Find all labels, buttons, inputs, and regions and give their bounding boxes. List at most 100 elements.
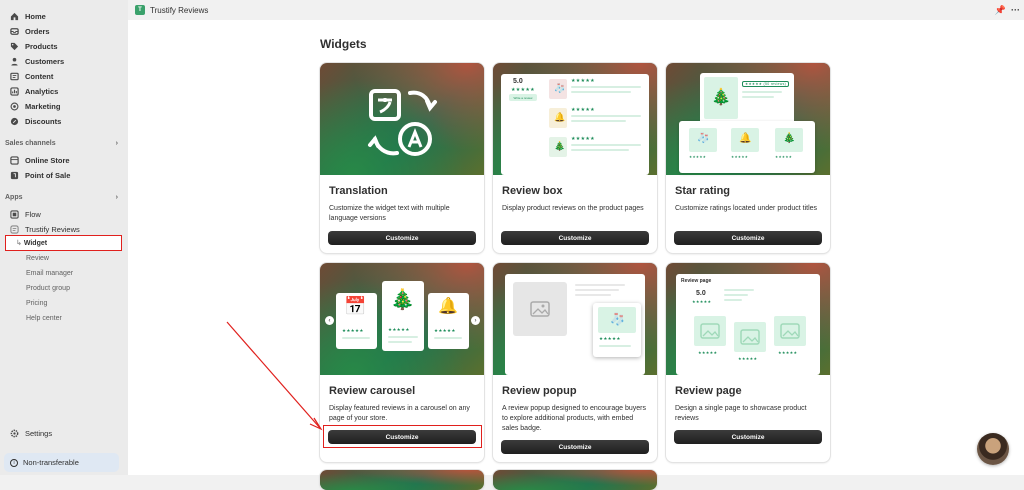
customize-button[interactable]: Customize: [674, 430, 822, 444]
apps-header[interactable]: Apps ›: [5, 194, 118, 201]
widget-card-review-popup: 🧦 ★★★★★ Review popup A review popup desi…: [493, 263, 657, 462]
product-thumb: 🧦: [549, 79, 567, 99]
more-options-icon[interactable]: ···: [1011, 5, 1020, 15]
pos-icon: [10, 171, 19, 180]
card-hero-image: Review page 5.0 ★★★★★ ★★★★★ ★★★★★ ★★★★★: [666, 263, 830, 375]
sidebar-subitem-product-group[interactable]: Product group: [26, 283, 70, 294]
tree-icon: 🎄: [390, 289, 415, 311]
card-hero-image: 5.0 ★★★★★ Write a review 🧦 ★★★★★ 🔔 ★★★★★…: [493, 63, 657, 175]
product-thumb: 🔔: [549, 108, 567, 128]
sales-channels-header[interactable]: Sales channels ›: [5, 140, 118, 147]
inbox-icon: [10, 27, 19, 36]
sidebar-subitem-help-center[interactable]: Help center: [26, 313, 62, 324]
collection-mockup: 🧦 ★★★★★ 🔔 ★★★★★ 🎄 ★★★★★: [679, 121, 815, 173]
review-stars: ★★★★★: [698, 350, 718, 355]
card-title: Review page: [675, 385, 742, 397]
review-box-score: 5.0: [513, 78, 523, 85]
text-line: [571, 91, 631, 93]
sidebar-item-products[interactable]: Products: [10, 40, 58, 52]
badge-stars: ★★★★★: [745, 82, 763, 86]
product-thumb: 🎄: [549, 137, 567, 157]
translate-icon: [368, 89, 437, 156]
slide-stars: ★★★★★: [388, 327, 410, 332]
review-stars: ★★★★★: [571, 107, 595, 113]
product-thumb: 🎄: [704, 77, 738, 119]
text-line: [575, 294, 611, 296]
non-transferable-banner[interactable]: i Non-transferable: [4, 453, 119, 472]
sidebar-item-online-store[interactable]: Online Store: [10, 154, 70, 166]
card-hero-image: [493, 470, 657, 490]
card-hero-image: [320, 470, 484, 490]
sidebar-item-content[interactable]: Content: [10, 70, 53, 82]
widget-card-review-page: Review page 5.0 ★★★★★ ★★★★★ ★★★★★ ★★★★★ …: [666, 263, 830, 462]
sidebar-item-customers[interactable]: Customers: [10, 55, 64, 67]
stocking-icon: 🧦: [697, 133, 710, 144]
text-line: [571, 149, 629, 151]
carousel-slide: 🔔 ★★★★★: [428, 293, 469, 349]
sidebar-item-label: Home: [25, 11, 46, 21]
bell-icon: 🔔: [438, 298, 458, 315]
sidebar-subitem-label: Widget: [23, 240, 48, 247]
target-icon: [10, 102, 19, 111]
sidebar-item-settings[interactable]: Settings: [10, 427, 52, 439]
card-description: Customize ratings located under product …: [675, 205, 818, 212]
sidebar-item-analytics[interactable]: Analytics: [10, 85, 58, 97]
sidebar-item-label: Content: [25, 71, 54, 81]
sidebar-item-label: Online Store: [25, 155, 70, 165]
review-box-mockup: 5.0 ★★★★★ Write a review 🧦 ★★★★★ 🔔 ★★★★★…: [501, 74, 649, 175]
banner-label: Non-transferable: [23, 458, 79, 467]
annotation-arrow: [226, 321, 323, 431]
text-line: [742, 96, 774, 98]
text-line: [342, 337, 370, 339]
text-line: [571, 115, 641, 117]
home-icon: [10, 12, 19, 21]
card-title: Star rating: [675, 185, 731, 197]
person-icon: [10, 57, 19, 66]
chart-icon: [10, 86, 19, 96]
popup-stars: ★★★★★: [599, 336, 621, 341]
review-stars: ★★★★★: [778, 350, 798, 355]
sidebar-item-label: Settings: [25, 428, 53, 438]
rating-bar: [724, 294, 748, 296]
sidebar-item-orders[interactable]: Orders: [10, 25, 50, 37]
sidebar-subitem-email-manager[interactable]: Email manager: [26, 268, 73, 279]
product-stars: ★★★★★: [731, 155, 749, 159]
tree-icon: 🎄: [554, 141, 566, 151]
pin-icon[interactable]: 📌: [995, 5, 1006, 16]
sidebar-item-marketing[interactable]: Marketing: [10, 100, 60, 112]
content-icon: [10, 72, 19, 81]
text-line: [571, 144, 641, 146]
flow-icon: [10, 209, 19, 219]
customize-button[interactable]: Customize: [501, 231, 649, 245]
review-page-mockup: Review page 5.0 ★★★★★ ★★★★★ ★★★★★ ★★★★★: [676, 274, 820, 375]
sidebar-subitem-widget[interactable]: ↳ Widget: [16, 238, 47, 249]
text-line: [571, 120, 626, 122]
stocking-icon: 🧦: [610, 312, 625, 326]
support-chat-avatar[interactable]: [977, 433, 1009, 465]
store-icon: [10, 155, 19, 165]
bell-icon: 🔔: [554, 112, 566, 122]
sidebar-item-trustify-reviews[interactable]: Trustify Reviews: [10, 223, 80, 235]
customize-button[interactable]: Customize: [501, 440, 649, 454]
review-stars: ★★★★★: [571, 78, 595, 84]
sidebar-item-home[interactable]: Home: [10, 10, 46, 22]
stocking-icon: 🧦: [554, 83, 566, 93]
review-page-heading: Review page: [681, 278, 712, 284]
tree-icon: 🎄: [711, 89, 731, 106]
sidebar-subitem-pricing[interactable]: Pricing: [26, 298, 47, 309]
discount-icon: [10, 117, 19, 126]
sidebar-item-flow[interactable]: Flow: [10, 208, 41, 220]
sidebar-item-label: Discounts: [25, 116, 62, 126]
sidebar-item-point-of-sale[interactable]: Point of Sale: [10, 169, 70, 181]
sidebar-subitem-review[interactable]: Review: [26, 253, 49, 264]
card-description: A review popup designed to encourage buy…: [502, 405, 646, 432]
page-title: Widgets: [320, 37, 367, 51]
section-label: Sales channels: [5, 140, 56, 147]
card-hero-image: 🧦 ★★★★★: [493, 263, 657, 375]
customize-button[interactable]: Customize: [328, 231, 476, 245]
card-hero-image: [320, 63, 484, 175]
sidebar-item-discounts[interactable]: Discounts: [10, 115, 61, 127]
customize-button[interactable]: Customize: [674, 231, 822, 245]
sidebar-item-label: Products: [25, 41, 58, 51]
card-hero-image: ‹ 📅 ★★★★★ 🎄 ★★★★★ 🔔 ★★★★★ ›: [320, 263, 484, 375]
